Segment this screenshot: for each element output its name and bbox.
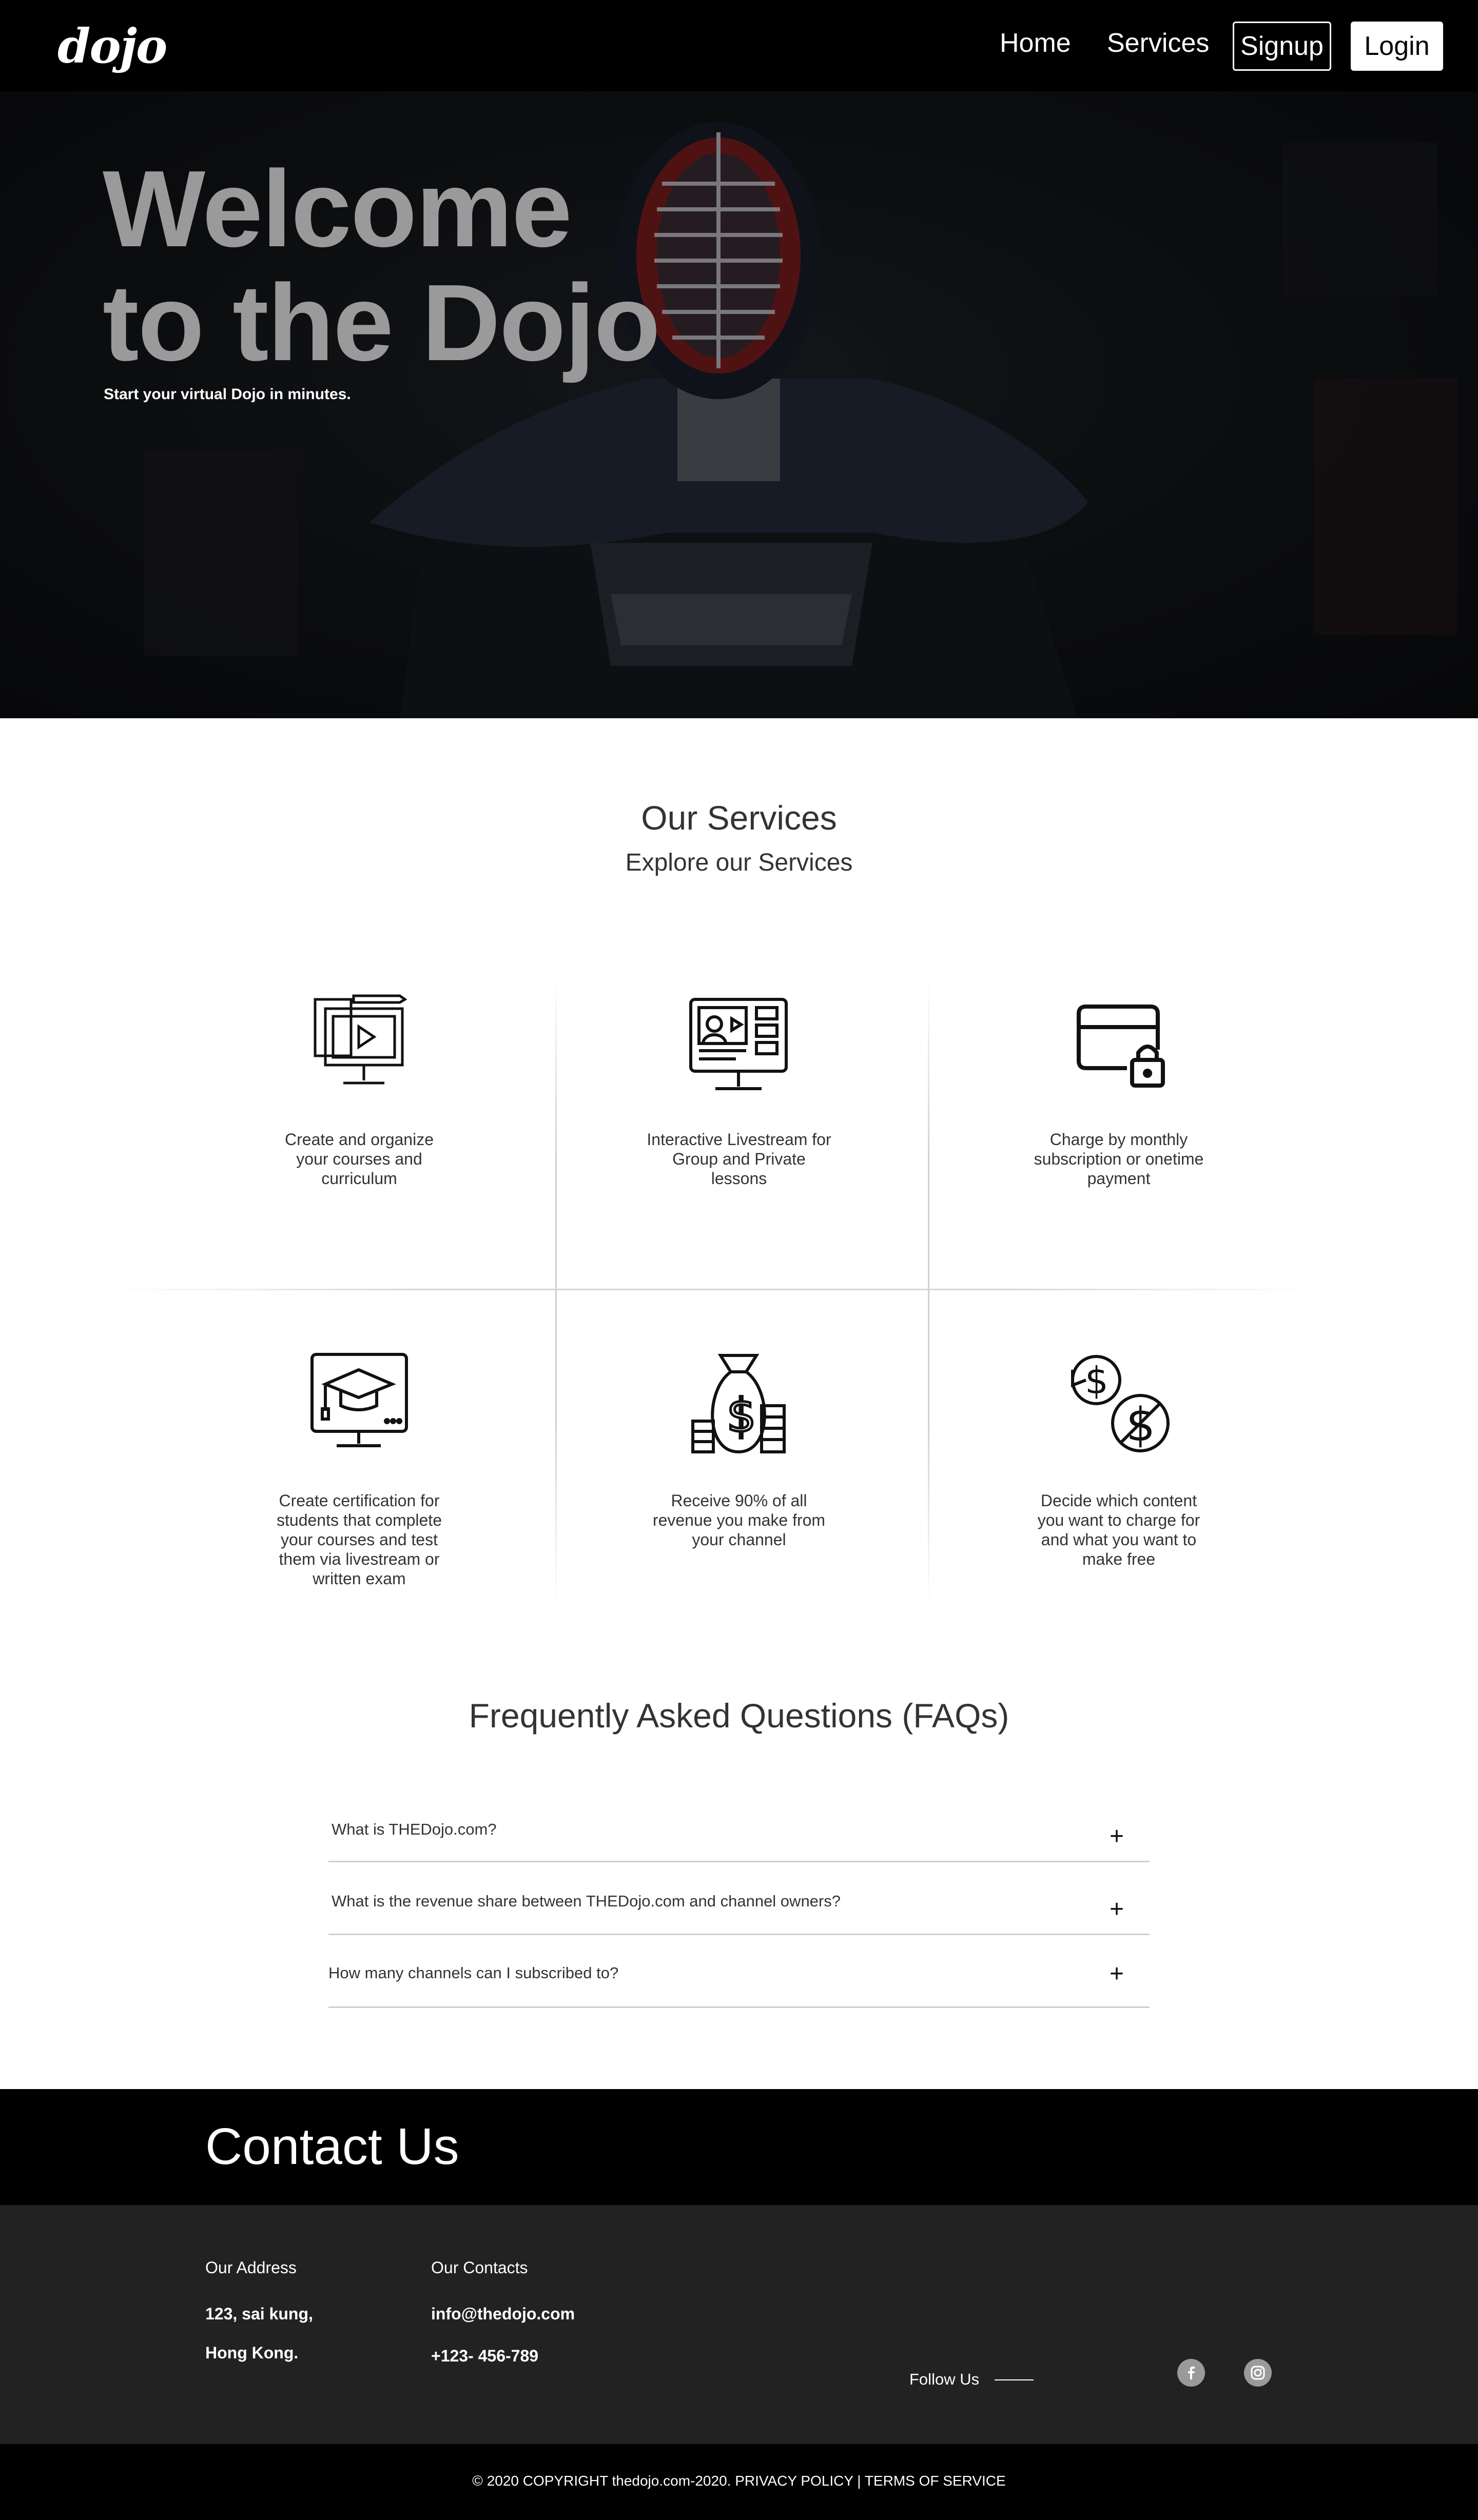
facebook-icon[interactable] [1177, 2359, 1205, 2387]
signup-button[interactable]: Signup [1233, 22, 1331, 71]
address-line1: 123, sai kung, [205, 2305, 313, 2323]
footer-contact-section: Our Address 123, sai kung, Hong Kong. Ou… [0, 2205, 1478, 2444]
instagram-icon[interactable] [1244, 2359, 1272, 2387]
copyright-text: © 2020 COPYRIGHT thedojo.com-2020. PRIVA… [472, 2473, 1006, 2489]
address-line2: Hong Kong. [205, 2344, 299, 2362]
faq-question: How many channels can I subscribed to? [328, 1964, 619, 1982]
svg-text:$: $ [1085, 1359, 1108, 1402]
contact-heading: Contact Us [205, 2118, 459, 2175]
hero-banner: Welcome to the Dojo Start your virtual D… [0, 91, 1478, 718]
faq-heading: Frequently Asked Questions (FAQs) [469, 1697, 1009, 1735]
service-text: Interactive Livestream for Group and Pri… [647, 1130, 831, 1188]
course-monitor-icon [314, 994, 407, 1085]
grid-divider [113, 1289, 1314, 1290]
phone-link[interactable]: +123- 456-789 [431, 2347, 538, 2366]
expand-plus-icon[interactable]: + [1110, 1824, 1124, 1849]
faq-item[interactable]: How many channels can I subscribed to? + [328, 1935, 1150, 2008]
service-text: Charge by monthly subscription or onetim… [1034, 1130, 1204, 1188]
services-subheading: Explore our Services [625, 849, 853, 876]
faq-item[interactable]: What is THEDojo.com? + [328, 1801, 1150, 1862]
money-bag-icon: $ [691, 1354, 786, 1454]
hero-title: Welcome to the Dojo [103, 148, 660, 383]
livestream-screen-icon [689, 998, 788, 1090]
grid-divider [555, 975, 557, 1606]
expand-plus-icon[interactable]: + [1110, 1897, 1124, 1922]
services-heading: Our Services [641, 799, 837, 837]
faq-question: What is the revenue share between THEDoj… [332, 1892, 841, 1910]
login-button[interactable]: Login [1351, 22, 1443, 71]
address-heading: Our Address [205, 2258, 297, 2277]
graduation-monitor-icon [310, 1353, 408, 1447]
nav-services-link[interactable]: Services [1107, 30, 1209, 56]
faq-item[interactable]: What is the revenue share between THEDoj… [328, 1862, 1150, 1935]
service-text: Decide which content you want to charge … [1037, 1491, 1200, 1568]
hero-subtitle: Start your virtual Dojo in minutes. [104, 386, 351, 403]
expand-plus-icon[interactable]: + [1110, 1962, 1124, 1986]
service-text: Create certification for students that c… [277, 1491, 442, 1588]
email-link[interactable]: info@thedojo.com [431, 2305, 575, 2324]
top-navbar: dojo Home Services Signup Login [0, 0, 1478, 91]
hero-title-line1: Welcome [103, 148, 572, 269]
svg-text:$: $ [727, 1389, 756, 1443]
card-lock-icon [1077, 1005, 1165, 1088]
brand-logo[interactable]: dojo [57, 23, 167, 70]
grid-divider [928, 975, 929, 1606]
service-text: Create and organize your courses and cur… [285, 1130, 434, 1188]
hero-title-line2: to the Dojo [103, 262, 660, 383]
free-paid-dollar-icon: $ $ [1071, 1355, 1170, 1452]
nav-home-link[interactable]: Home [1000, 30, 1071, 56]
footer-bottom-bar: © 2020 COPYRIGHT thedojo.com-2020. PRIVA… [0, 2444, 1478, 2520]
faq-question: What is THEDojo.com? [332, 1820, 497, 1838]
contacts-heading: Our Contacts [431, 2258, 528, 2277]
follow-divider [995, 2379, 1034, 2380]
contact-header-band: Contact Us [0, 2089, 1478, 2205]
follow-us-label: Follow Us [909, 2370, 980, 2388]
service-text: Receive 90% of all revenue you make from… [652, 1491, 826, 1549]
